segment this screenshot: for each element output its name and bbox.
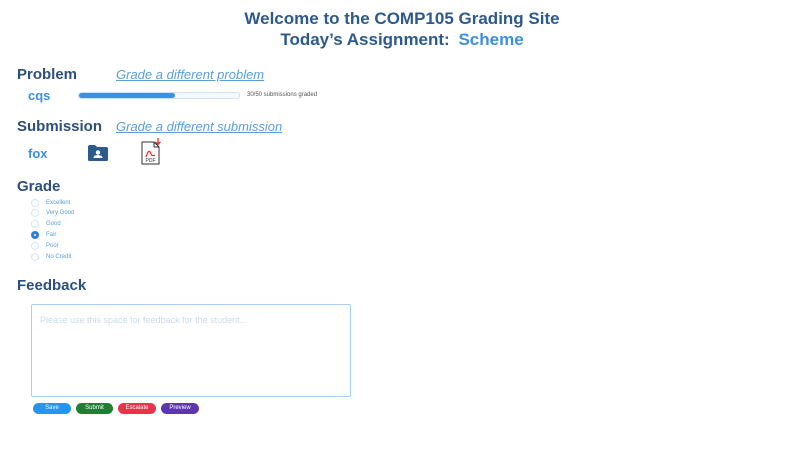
grade-option[interactable]: No Credit — [31, 251, 71, 262]
save-button[interactable]: Save — [33, 403, 71, 414]
grade-radio[interactable] — [31, 198, 39, 207]
escalate-button[interactable]: Escalate — [118, 403, 156, 414]
grade-radio[interactable] — [31, 252, 39, 261]
grading-progress-fill — [79, 93, 175, 98]
assignment-prefix: Today’s Assignment: — [280, 30, 450, 49]
grade-option-label: Very Good — [46, 210, 75, 217]
student-name: fox — [28, 146, 48, 161]
grade-radio[interactable] — [31, 241, 39, 250]
change-submission-link[interactable]: Grade a different submission — [116, 119, 282, 134]
page-title: Welcome to the COMP105 Grading Site — [244, 9, 560, 28]
feedback-textarea[interactable] — [31, 304, 351, 397]
feedback-heading: Feedback — [17, 277, 87, 294]
problem-heading: Problem — [17, 66, 78, 83]
grade-option-label: Fair — [46, 231, 57, 238]
preview-button[interactable]: Preview — [161, 403, 199, 414]
grade-option[interactable]: Good — [31, 219, 61, 230]
grade-option-label: Poor — [46, 242, 59, 249]
user-folder-icon[interactable] — [87, 144, 109, 162]
grading-progress-bar — [78, 92, 240, 99]
grade-option[interactable]: Excellent — [31, 197, 70, 208]
grade-option[interactable]: Very Good — [31, 208, 74, 219]
grade-option-label: No Credit — [46, 253, 72, 260]
submit-button[interactable]: Submit — [76, 403, 113, 414]
grading-progress-text: 30/50 submissions graded — [247, 92, 318, 98]
assignment-heading: Today’s Assignment: Scheme — [0, 30, 804, 50]
change-problem-link[interactable]: Grade a different problem — [116, 67, 264, 82]
pdf-download-icon[interactable]: PDF — [140, 138, 164, 166]
pdf-icon-label: PDF — [146, 158, 156, 164]
grade-radio[interactable] — [31, 220, 39, 229]
grade-radio[interactable] — [31, 209, 39, 218]
problem-name: cqs — [28, 88, 51, 103]
grade-heading: Grade — [17, 178, 61, 195]
grade-radio[interactable] — [31, 230, 39, 239]
grade-option-label: Excellent — [46, 199, 71, 206]
submission-heading: Submission — [17, 118, 103, 135]
grade-option[interactable]: Fair — [31, 229, 56, 240]
grade-option-label: Good — [46, 221, 61, 228]
grade-option[interactable]: Poor — [31, 240, 59, 251]
assignment-name: Scheme — [458, 30, 524, 49]
